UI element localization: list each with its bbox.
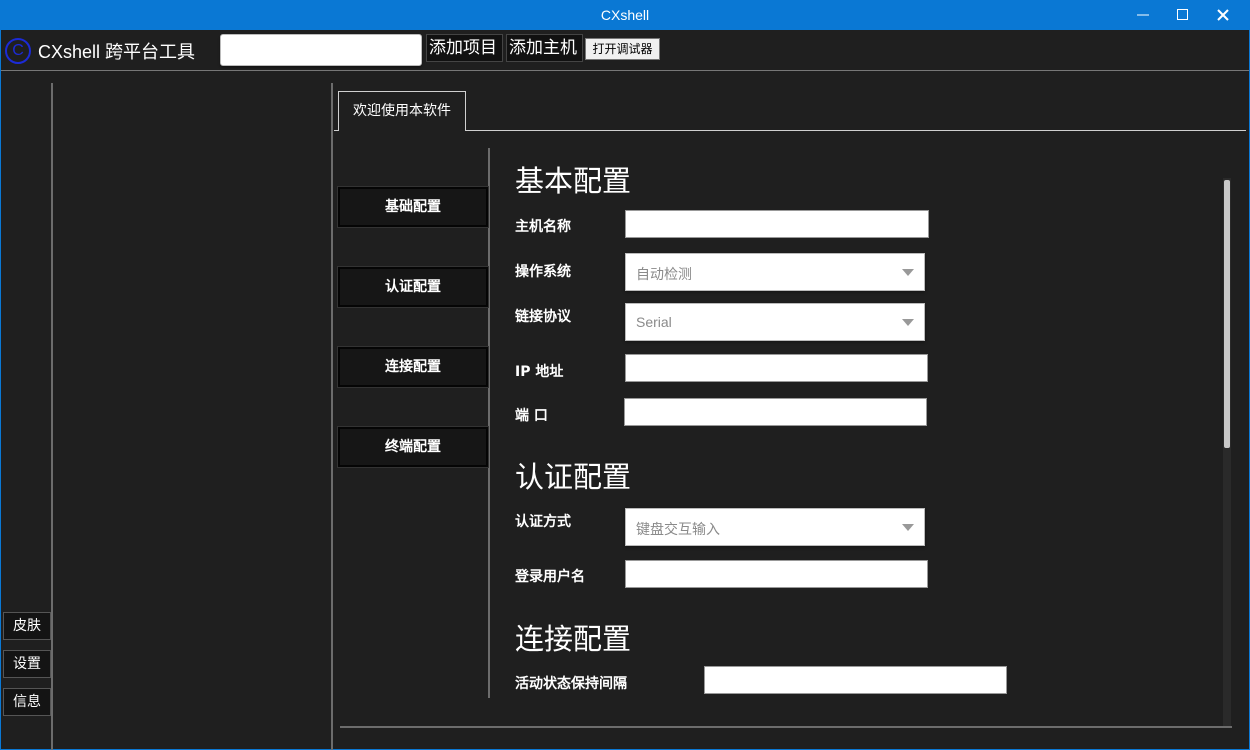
ip-label: IP 地址 (515, 364, 564, 380)
login-user-input[interactable] (625, 560, 928, 588)
os-select-value: 自动检测 (636, 266, 692, 282)
left-divider (51, 83, 53, 750)
chevron-down-icon (902, 269, 914, 276)
window-titlebar: CXshell (0, 0, 1250, 30)
config-nav-divider (488, 148, 490, 698)
content-bottom-border (340, 726, 1232, 728)
login-user-label: 登录用户名 (515, 569, 585, 585)
auth-method-select[interactable]: 键盘交互输入 (625, 508, 925, 546)
tab-bar-line-left (334, 130, 338, 131)
minimize-icon (1137, 14, 1149, 16)
maximize-button[interactable] (1163, 0, 1203, 30)
keepalive-label: 活动状态保持间隔 (515, 676, 627, 692)
info-button[interactable]: 信息 (3, 688, 51, 716)
protocol-select[interactable]: Serial (625, 303, 925, 341)
protocol-select-value: Serial (636, 314, 672, 330)
close-icon (1217, 9, 1229, 21)
form-scrollbar-thumb[interactable] (1224, 180, 1230, 448)
tab-welcome[interactable]: 欢迎使用本软件 (338, 91, 466, 131)
chevron-down-icon (902, 524, 914, 531)
protocol-label: 链接协议 (515, 309, 571, 325)
os-select[interactable]: 自动检测 (625, 253, 925, 291)
minimize-button[interactable] (1123, 0, 1163, 30)
app-window: C CXshell 跨平台工具 添加项目 添加主机 打开调试器 皮肤 设置 信息… (0, 30, 1250, 750)
hostname-input[interactable] (625, 210, 929, 238)
host-tree-panel[interactable] (54, 83, 330, 750)
maximize-icon (1177, 9, 1188, 20)
keepalive-input[interactable] (704, 666, 1007, 694)
toolbar: C CXshell 跨平台工具 添加项目 添加主机 打开调试器 (1, 30, 1249, 71)
os-label: 操作系统 (515, 264, 571, 280)
settings-button[interactable]: 设置 (3, 650, 51, 678)
search-input[interactable] (220, 34, 422, 66)
auth-method-select-value: 键盘交互输入 (636, 521, 720, 537)
add-host-button[interactable]: 添加主机 (506, 34, 583, 62)
auth-method-label: 认证方式 (515, 514, 571, 530)
nav-auth-config[interactable]: 认证配置 (338, 267, 488, 307)
tab-bar-line (466, 130, 1246, 131)
port-label: 端 口 (515, 408, 548, 424)
basic-config-heading: 基本配置 (515, 164, 632, 198)
open-debugger-button[interactable]: 打开调试器 (585, 38, 660, 60)
auth-config-heading: 认证配置 (515, 460, 632, 494)
nav-basic-config[interactable]: 基础配置 (338, 187, 488, 227)
skin-button[interactable]: 皮肤 (3, 612, 51, 640)
port-input[interactable] (624, 398, 927, 426)
nav-connection-config[interactable]: 连接配置 (338, 347, 488, 387)
nav-terminal-config[interactable]: 终端配置 (338, 427, 488, 467)
close-button[interactable] (1203, 0, 1243, 30)
connection-config-heading: 连接配置 (515, 622, 632, 656)
ip-input[interactable] (625, 354, 928, 382)
app-title: CXshell 跨平台工具 (38, 42, 196, 62)
tree-divider (331, 83, 333, 750)
add-item-button[interactable]: 添加项目 (426, 34, 503, 62)
chevron-down-icon (902, 319, 914, 326)
hostname-label: 主机名称 (515, 219, 571, 235)
app-logo-icon: C (5, 38, 31, 64)
window-title: CXshell (600, 7, 650, 23)
